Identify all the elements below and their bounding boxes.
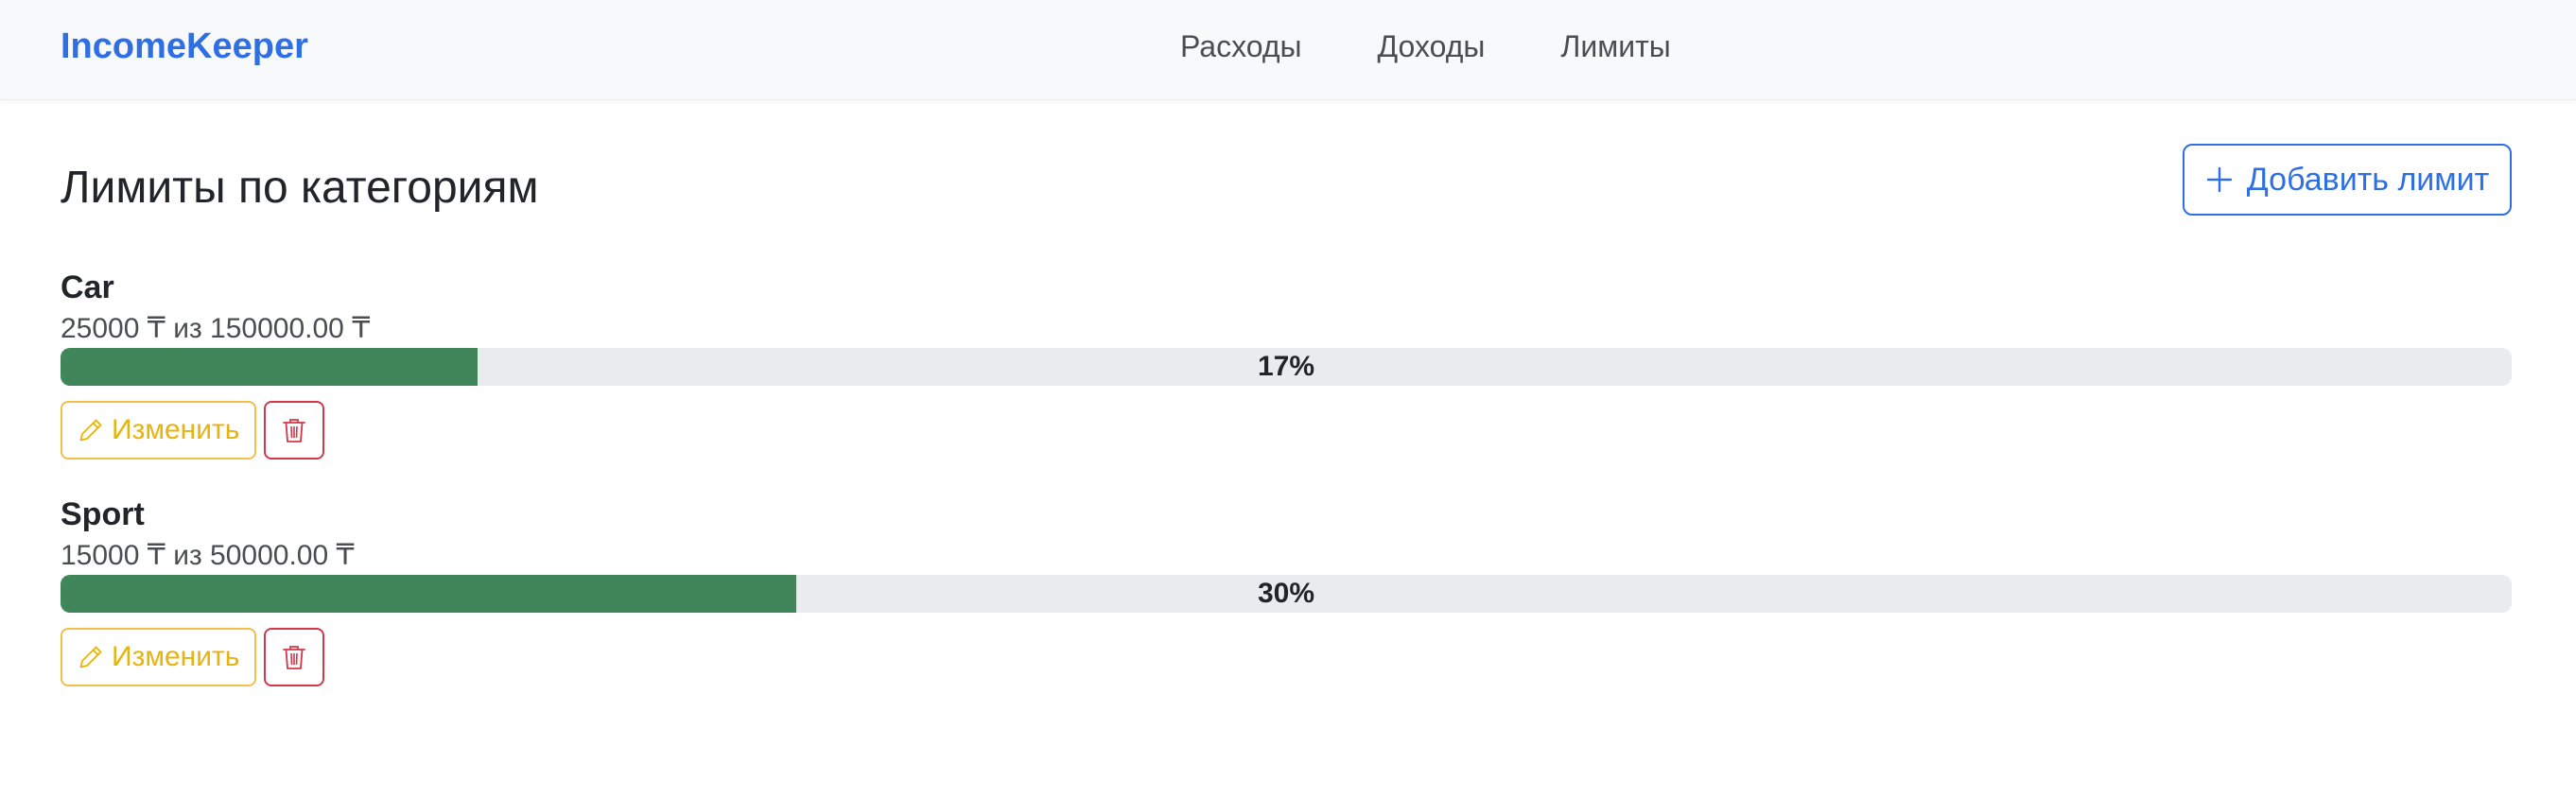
plus-icon	[2205, 165, 2234, 194]
pencil-icon	[78, 644, 104, 670]
main-content: Лимиты по категориям Добавить лимит Car …	[0, 100, 2576, 798]
add-limit-label: Добавить лимит	[2246, 161, 2490, 198]
limit-category-name: Sport	[61, 496, 145, 532]
main-nav: Расходы Доходы Лимиты	[1180, 23, 1671, 70]
edit-limit-button[interactable]: Изменить	[61, 401, 257, 460]
limit-actions: Изменить	[61, 628, 325, 686]
limit-separator: из	[165, 313, 211, 344]
limit-total: 50000.00 ₸	[210, 540, 355, 571]
limit-separator: из	[165, 540, 211, 571]
limit-progress: 17%	[61, 348, 2512, 386]
limit-total: 150000.00 ₸	[210, 313, 371, 344]
trash-icon	[281, 643, 307, 671]
add-limit-button[interactable]: Добавить лимит	[2183, 144, 2512, 216]
limit-progress: 30%	[61, 575, 2512, 613]
limit-spent: 15000 ₸	[61, 540, 165, 571]
limit-category-name: Car	[61, 269, 114, 305]
delete-limit-button[interactable]	[264, 401, 325, 460]
trash-icon	[281, 416, 307, 444]
pencil-icon	[78, 417, 104, 443]
page-title: Лимиты по категориям	[61, 163, 539, 213]
limit-progress-label: 17%	[1257, 351, 1315, 382]
nav-link-limits[interactable]: Лимиты	[1560, 23, 1670, 70]
limit-amount: 25000 ₸ из 150000.00 ₸	[61, 310, 370, 348]
brand-logo[interactable]: IncomeKeeper	[61, 23, 308, 70]
edit-limit-button[interactable]: Изменить	[61, 628, 257, 686]
limit-amount: 15000 ₸ из 50000.00 ₸	[61, 537, 355, 575]
nav-link-expenses[interactable]: Расходы	[1180, 23, 1301, 70]
navbar: IncomeKeeper Расходы Доходы Лимиты	[0, 0, 2576, 100]
limit-actions: Изменить	[61, 401, 325, 460]
limit-spent: 25000 ₸	[61, 313, 165, 344]
edit-limit-label: Изменить	[112, 414, 240, 445]
edit-limit-label: Изменить	[112, 641, 240, 672]
limit-progress-label: 30%	[1257, 578, 1315, 609]
delete-limit-button[interactable]	[264, 628, 325, 686]
nav-link-income[interactable]: Доходы	[1377, 23, 1485, 70]
